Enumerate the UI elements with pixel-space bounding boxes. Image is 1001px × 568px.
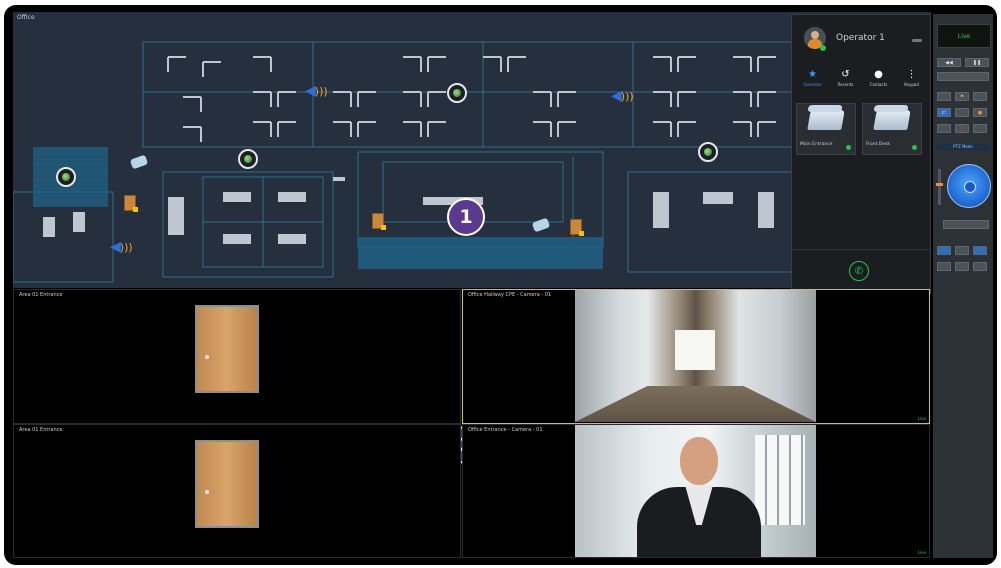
- minimize-button[interactable]: [912, 39, 922, 42]
- preset-buttons[interactable]: [943, 220, 989, 229]
- control-button[interactable]: ⚑: [955, 92, 969, 101]
- ptz-joystick[interactable]: [947, 164, 991, 208]
- control-button[interactable]: [973, 92, 987, 101]
- person-icon: ●: [874, 69, 883, 80]
- rewind-button[interactable]: ◀◀: [937, 58, 961, 67]
- door-icon[interactable]: [570, 219, 584, 236]
- speaker-icon[interactable]: ◀))): [110, 239, 133, 255]
- camera-marker[interactable]: [447, 83, 467, 103]
- divider: [792, 249, 930, 250]
- contact-name: Front Desk: [866, 142, 890, 147]
- camera-marker[interactable]: [698, 142, 718, 162]
- pause-button[interactable]: ❚❚: [965, 58, 989, 67]
- camera-label: Office Hallway CPE - Camera - 01: [468, 292, 552, 298]
- history-icon: ↺: [841, 69, 850, 80]
- timeline-button[interactable]: [937, 72, 989, 81]
- camera-marker[interactable]: [238, 149, 258, 169]
- entrance-camera-feed: [575, 425, 816, 557]
- tab-recents[interactable]: ↺ Recents: [831, 69, 861, 91]
- control-button[interactable]: [973, 262, 987, 271]
- desk-phone-icon: [873, 110, 911, 130]
- control-button[interactable]: ●: [973, 108, 987, 117]
- status-dot: [846, 145, 851, 150]
- person-head: [680, 437, 718, 485]
- door-image: [195, 305, 259, 393]
- control-button[interactable]: [973, 124, 987, 133]
- star-icon: ★: [808, 69, 817, 80]
- window-background: [755, 435, 805, 525]
- zoom-slider[interactable]: [936, 169, 943, 205]
- keypad-icon: ⋮: [906, 69, 917, 80]
- tab-label: Contacts: [869, 82, 888, 87]
- tab-keypad[interactable]: ⋮ Keypad: [897, 69, 927, 91]
- control-button[interactable]: [955, 262, 969, 271]
- hallway-camera-feed: [575, 290, 816, 422]
- control-button[interactable]: [937, 246, 951, 255]
- operator-tabs: ★ Favorites ↺ Recents ● Contacts ⋮ Keypa…: [796, 69, 928, 91]
- control-button[interactable]: [937, 124, 951, 133]
- tab-label: Favorites: [803, 82, 822, 87]
- callout-badge-1: 1: [447, 198, 485, 236]
- tab-label: Keypad: [904, 82, 919, 87]
- control-panel: Live ◀◀ ❚❚ ⚑ ⊏ ● ✕ PTZ Mode: [933, 14, 993, 558]
- door-icon[interactable]: [372, 213, 386, 230]
- control-button[interactable]: [973, 246, 987, 255]
- close-control-button[interactable]: ✕: [955, 124, 969, 133]
- live-tag: Live: [917, 550, 926, 555]
- contact-card[interactable]: Main Entrance: [796, 103, 856, 155]
- control-button[interactable]: [955, 108, 969, 117]
- speaker-icon[interactable]: ◀))): [611, 88, 634, 104]
- live-display: Live: [937, 24, 991, 48]
- status-indicator: [820, 45, 826, 51]
- contact-card[interactable]: Front Desk: [862, 103, 922, 155]
- door-icon[interactable]: [124, 195, 138, 212]
- speaker-icon[interactable]: ◀))): [305, 83, 328, 99]
- floor-plan-title: Office: [17, 14, 35, 21]
- tab-favorites[interactable]: ★ Favorites: [798, 69, 828, 91]
- tab-contacts[interactable]: ● Contacts: [864, 69, 894, 91]
- door-image: [195, 440, 259, 528]
- tab-label: Recents: [837, 82, 854, 87]
- desk-phone-icon: [807, 110, 845, 130]
- operator-panel: Operator 1 ★ Favorites ↺ Recents ● Conta…: [791, 14, 931, 294]
- live-tag: Live: [917, 416, 926, 421]
- control-button[interactable]: [937, 92, 951, 101]
- control-button[interactable]: [937, 262, 951, 271]
- control-button[interactable]: [955, 246, 969, 255]
- status-dot: [912, 145, 917, 150]
- camera-label: Area 01 Entrance: [19, 427, 63, 433]
- control-button[interactable]: ⊏: [937, 108, 951, 117]
- call-button[interactable]: ✆: [849, 261, 869, 281]
- camera-label: Office Entrance - Camera - 01: [468, 427, 543, 433]
- operator-name: Operator 1: [836, 33, 885, 43]
- camera-label: Area 01 Entrance: [19, 292, 63, 298]
- ptz-mode-label: PTZ Mode: [937, 144, 989, 150]
- camera-marker[interactable]: [56, 167, 76, 187]
- contact-name: Main Entrance: [800, 142, 833, 147]
